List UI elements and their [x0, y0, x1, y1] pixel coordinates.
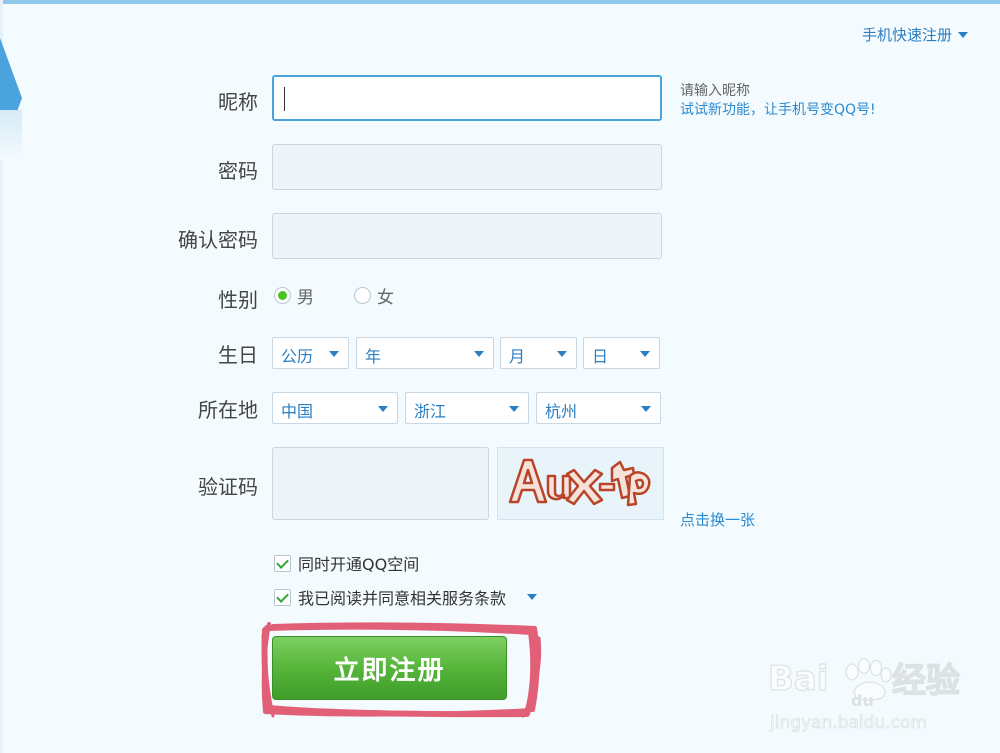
gender-label: 性别 — [218, 288, 258, 312]
country-value: 中国 — [281, 402, 314, 421]
chevron-down-icon — [329, 351, 339, 357]
chevron-down-icon — [958, 31, 968, 38]
confirm-password-label: 确认密码 — [178, 228, 258, 252]
chevron-down-icon — [641, 406, 651, 412]
calendar-select[interactable]: 公历 — [272, 337, 349, 369]
birthday-label: 生日 — [218, 343, 258, 367]
gender-male-label: 男 — [297, 288, 314, 308]
chevron-down-icon — [509, 406, 519, 412]
terms-checkbox[interactable]: 我已阅读并同意相关服务条款 — [274, 585, 538, 609]
qzone-label: 同时开通QQ空间 — [298, 555, 420, 574]
captcha-input[interactable] — [272, 447, 489, 520]
country-select[interactable]: 中国 — [272, 392, 398, 424]
watermark-site: jingyan.baidu.com — [769, 713, 927, 733]
day-value: 日 — [592, 347, 609, 366]
password-label: 密码 — [218, 159, 258, 183]
text-cursor — [284, 87, 285, 111]
watermark-brand-cn: 经验 — [892, 661, 960, 701]
nickname-label: 昵称 — [218, 90, 258, 114]
nickname-hint: 请输入昵称 — [680, 83, 750, 99]
confirm-password-input[interactable] — [272, 213, 662, 259]
city-select[interactable]: 杭州 — [536, 392, 661, 424]
gender-female-radio[interactable]: 女 — [354, 283, 394, 308]
chevron-down-icon — [640, 351, 650, 357]
year-select[interactable]: 年 — [356, 337, 494, 369]
watermark-brand-prefix: Bai — [768, 659, 829, 699]
province-select[interactable]: 浙江 — [405, 392, 529, 424]
day-select[interactable]: 日 — [583, 337, 660, 369]
city-value: 杭州 — [545, 402, 578, 421]
top-border — [0, 0, 1000, 4]
password-input[interactable] — [272, 144, 662, 190]
qzone-checkbox[interactable]: 同时开通QQ空间 — [274, 551, 419, 575]
chevron-down-icon[interactable] — [527, 594, 538, 600]
radio-selected-icon — [274, 287, 291, 304]
month-value: 月 — [509, 347, 526, 366]
checkbox-checked-icon — [274, 588, 291, 606]
gender-male-radio[interactable]: 男 — [274, 283, 314, 308]
baidu-jingyan-watermark: Bai du 经验 jingyan.baidu.com — [768, 657, 961, 733]
phone-to-qq-link[interactable]: 试试新功能，让手机号变QQ号! — [680, 99, 876, 119]
watermark-brand-suffix: du — [851, 691, 874, 710]
captcha-refresh-link[interactable]: 点击换一张 — [680, 509, 755, 530]
nickname-input[interactable] — [272, 75, 662, 121]
quick-register-label: 手机快速注册 — [861, 26, 952, 44]
province-value: 浙江 — [414, 402, 447, 421]
terms-label: 我已阅读并同意相关服务条款 — [298, 589, 507, 608]
chevron-down-icon — [557, 351, 567, 357]
month-select[interactable]: 月 — [500, 337, 577, 369]
calendar-value: 公历 — [281, 347, 314, 366]
captcha-image[interactable] — [497, 447, 664, 520]
chevron-down-icon — [378, 406, 388, 412]
captcha-label: 验证码 — [198, 475, 258, 499]
radio-unselected-icon — [354, 287, 371, 304]
register-submit-button[interactable]: 立即注册 — [272, 636, 507, 700]
checkbox-checked-icon — [274, 554, 291, 572]
gender-female-label: 女 — [377, 288, 394, 308]
quick-register-link[interactable]: 手机快速注册 — [862, 24, 968, 45]
panel-arrow-shade — [0, 110, 22, 160]
chevron-down-icon — [474, 351, 484, 357]
captcha-glyphs — [508, 458, 651, 507]
year-value: 年 — [365, 347, 382, 366]
location-label: 所在地 — [198, 398, 258, 422]
